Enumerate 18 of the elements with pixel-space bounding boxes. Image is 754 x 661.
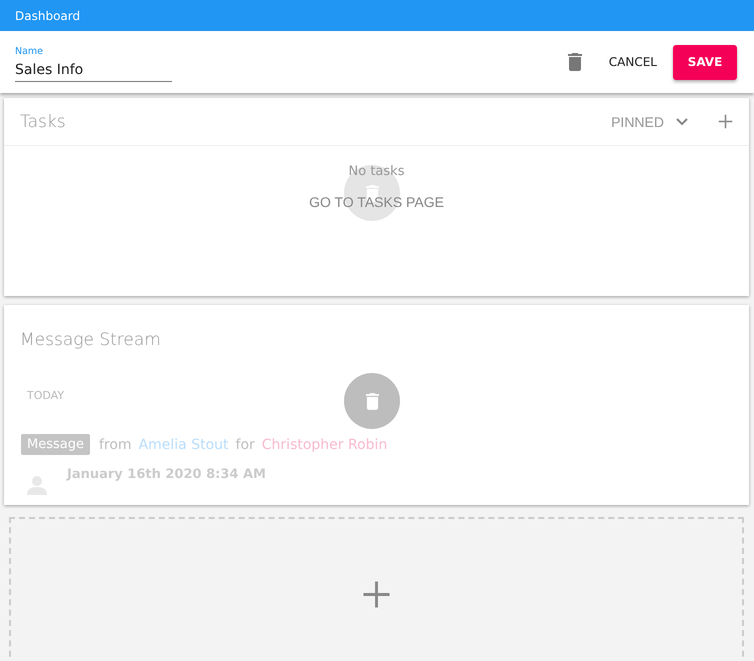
tasks-page-link[interactable]: GO TO TASKS PAGE bbox=[309, 194, 444, 210]
add-icon[interactable] bbox=[718, 114, 733, 129]
date-heading: TODAY bbox=[27, 389, 64, 402]
from-label: from bbox=[98, 436, 132, 452]
name-field[interactable]: Sales Info bbox=[15, 62, 172, 82]
widget-title: Message Stream bbox=[20, 330, 161, 350]
app-title: Dashboard bbox=[15, 8, 80, 22]
field-label: Name bbox=[15, 46, 44, 57]
filter-dropdown[interactable]: PINNED bbox=[611, 114, 688, 130]
empty-message: No tasks bbox=[348, 164, 404, 179]
widget-title: Tasks bbox=[20, 112, 66, 132]
save-button[interactable]: SAVE bbox=[673, 44, 737, 80]
add-icon[interactable] bbox=[362, 580, 391, 609]
delete-icon[interactable] bbox=[568, 53, 582, 71]
cancel-button[interactable]: CANCEL bbox=[600, 47, 665, 77]
for-label: for bbox=[236, 436, 255, 452]
message-type-tag: Message bbox=[21, 434, 90, 455]
chevron-down-icon bbox=[676, 118, 688, 126]
